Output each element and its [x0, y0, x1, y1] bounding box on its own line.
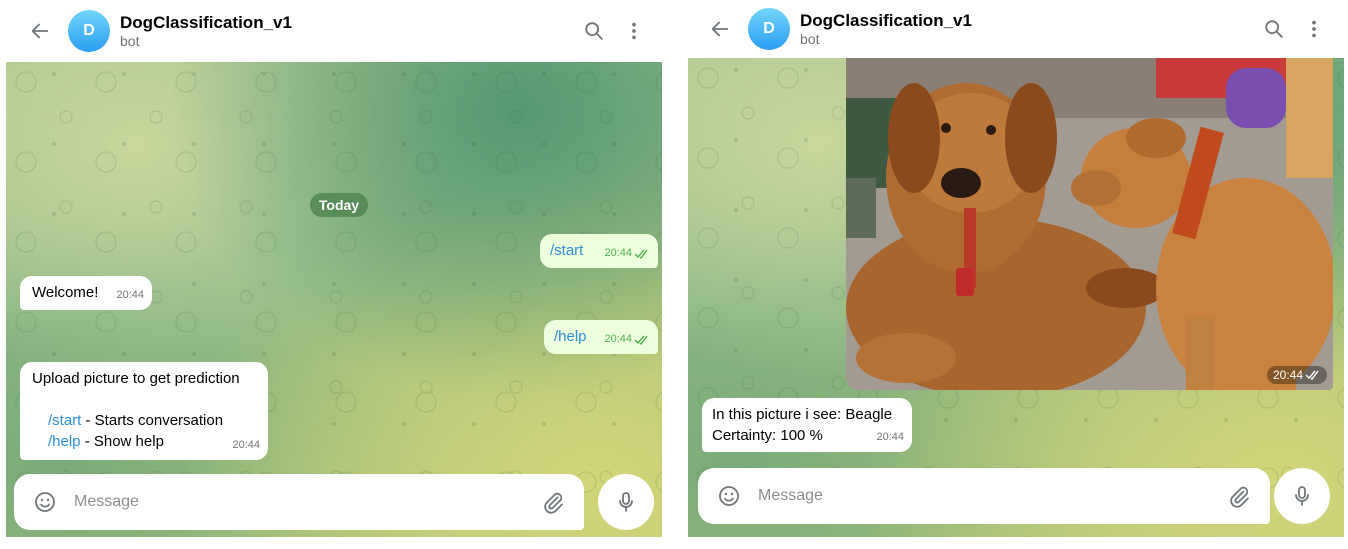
microphone-icon — [1295, 486, 1309, 506]
voice-record-button[interactable] — [598, 474, 654, 530]
message-time: 20:44 — [116, 289, 144, 301]
arrow-left-icon — [31, 23, 49, 39]
message-bubble[interactable]: /help 20:44 — [544, 320, 658, 354]
chat-title: DogClassification_v1 — [800, 10, 972, 30]
emoji-button[interactable] — [714, 481, 744, 511]
double-check-icon — [634, 249, 648, 259]
chat-panel-right: D DogClassification_v1 bot 20:44 In this… — [684, 0, 1348, 549]
more-button[interactable] — [614, 11, 654, 51]
search-icon — [1265, 20, 1283, 38]
message-input[interactable] — [758, 481, 1224, 511]
chat-subtitle: bot — [800, 30, 820, 47]
back-button[interactable] — [22, 13, 58, 49]
voice-record-button[interactable] — [1274, 468, 1330, 524]
certainty-text: Certainty: 100 % — [712, 427, 823, 444]
message-composer — [698, 468, 1270, 524]
message-time: 20:44 — [232, 439, 260, 451]
message-bubble[interactable]: In this picture i see: Beagle Certainty:… — [702, 398, 912, 452]
emoji-button[interactable] — [30, 487, 60, 517]
message-list[interactable]: Today /start 20:44 Welcome! 20:44 /help … — [6, 62, 662, 537]
chat-panel-left: D DogClassification_v1 bot Today /start … — [0, 0, 668, 549]
chat-title-block[interactable]: DogClassification_v1 bot — [800, 11, 972, 48]
chat-title-block[interactable]: DogClassification_v1 bot — [120, 13, 292, 50]
search-button[interactable] — [1254, 9, 1294, 49]
double-check-icon — [1305, 370, 1319, 380]
message-list[interactable]: 20:44 In this picture i see: Beagle Cert… — [688, 58, 1344, 537]
photo-message[interactable]: 20:44 — [846, 58, 1333, 390]
more-vertical-icon — [1312, 20, 1316, 38]
command-desc: - Show help — [80, 433, 164, 450]
chat-header: D DogClassification_v1 bot — [0, 0, 668, 62]
prediction-text: In this picture i see: Beagle — [712, 406, 893, 423]
chat-title: DogClassification_v1 — [120, 12, 292, 32]
double-check-icon — [634, 335, 648, 345]
message-bubble[interactable]: Welcome! 20:44 — [20, 276, 152, 310]
message-input[interactable] — [74, 487, 538, 517]
smile-icon — [35, 492, 55, 512]
dog-photo — [846, 58, 1333, 390]
search-icon — [585, 22, 603, 40]
command-desc: - Starts conversation — [81, 412, 224, 429]
more-vertical-icon — [632, 22, 636, 40]
message-bubble[interactable]: Upload picture to get prediction /start … — [20, 362, 268, 460]
back-button[interactable] — [702, 11, 738, 47]
message-command[interactable]: /help — [554, 328, 587, 345]
date-separator: Today — [310, 193, 368, 217]
message-time: 20:44 — [604, 329, 650, 350]
search-button[interactable] — [574, 11, 614, 51]
smile-icon — [719, 486, 739, 506]
message-text: Welcome! — [32, 284, 99, 301]
message-bubble[interactable]: /start 20:44 — [540, 234, 658, 268]
more-button[interactable] — [1294, 9, 1334, 49]
chat-header: D DogClassification_v1 bot — [684, 0, 1348, 58]
paperclip-icon — [1230, 486, 1249, 508]
avatar[interactable]: D — [748, 8, 790, 50]
message-composer — [14, 474, 584, 530]
microphone-icon — [619, 492, 633, 512]
avatar[interactable]: D — [68, 10, 110, 52]
chat-subtitle: bot — [120, 32, 140, 49]
command-link-start[interactable]: /start — [48, 412, 81, 429]
command-link-help[interactable]: /help — [48, 433, 81, 450]
message-time: 20:44 — [604, 243, 650, 264]
arrow-left-icon — [711, 21, 729, 37]
paperclip-icon — [544, 492, 563, 514]
attach-button[interactable] — [538, 487, 568, 517]
message-text: Upload picture to get prediction — [32, 370, 240, 387]
message-command[interactable]: /start — [550, 242, 583, 259]
attach-button[interactable] — [1224, 481, 1254, 511]
message-time: 20:44 — [876, 431, 904, 443]
message-time: 20:44 — [1266, 366, 1327, 384]
